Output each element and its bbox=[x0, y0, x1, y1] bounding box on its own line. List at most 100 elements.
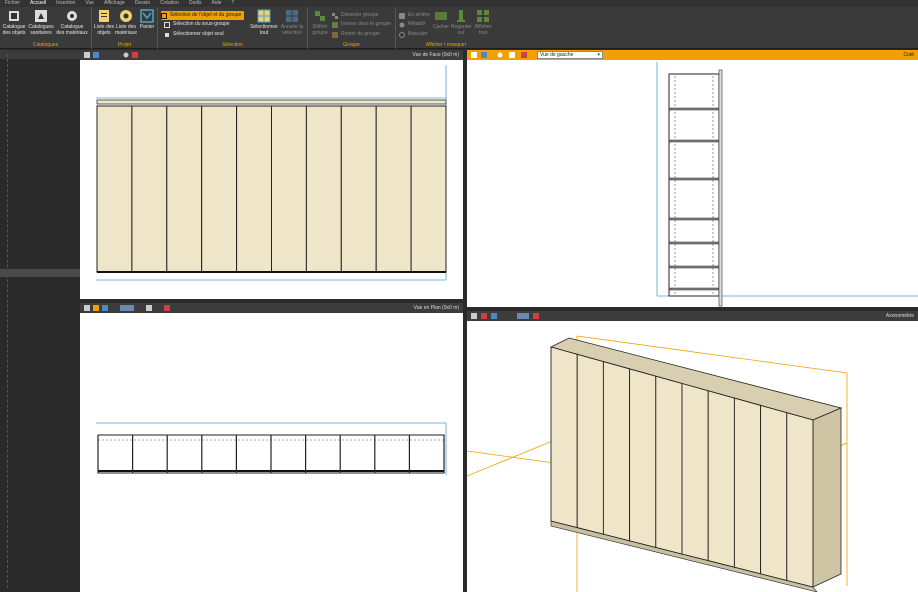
viewport-front-title: Vue de Face (0x0 m) bbox=[412, 52, 459, 58]
door-panel bbox=[131, 105, 168, 273]
shelf bbox=[669, 139, 719, 143]
define-group-label: Définir groupe bbox=[312, 24, 328, 36]
ribbon: Catalogue des objets Catalogues sanitair… bbox=[0, 7, 918, 49]
viewport-plan-toolbar: Vue en Plan (0x0 m) bbox=[80, 303, 463, 313]
grid-icon[interactable] bbox=[102, 305, 108, 311]
view-menu-icon[interactable] bbox=[471, 52, 477, 58]
select-object-group-button[interactable]: Sélection de l'objet et du groupe bbox=[161, 11, 245, 20]
look-out-button[interactable]: Regarder out bbox=[451, 9, 472, 36]
door-panel bbox=[550, 346, 578, 529]
layers-icon[interactable] bbox=[93, 52, 99, 58]
dissociate-group-button[interactable]: Dissocier groupe bbox=[332, 11, 379, 20]
catalogue-materials-icon bbox=[67, 11, 77, 21]
zoom-icon[interactable] bbox=[517, 313, 529, 319]
menu-item[interactable]: Fichier bbox=[0, 0, 25, 7]
materials-list-label: Liste des matériaux bbox=[115, 24, 137, 36]
menu-item[interactable]: Affichage bbox=[99, 0, 130, 7]
catalogue-sanitary-icon bbox=[35, 10, 47, 22]
menu-item[interactable]: ? bbox=[227, 0, 240, 7]
render-mode-icon[interactable] bbox=[533, 313, 539, 319]
viewport-axo-toolbar: Axonométrie bbox=[467, 311, 918, 321]
menu-item[interactable]: Cotation bbox=[155, 0, 184, 7]
select-subgroup-label: Sélection du sous-groupe bbox=[173, 21, 230, 27]
pan-icon[interactable] bbox=[146, 305, 152, 311]
viewport-side-canvas[interactable] bbox=[467, 60, 918, 307]
behind-button[interactable]: En arrière bbox=[399, 11, 430, 20]
ribbon-group-catalogues-label: Catalogues bbox=[32, 42, 59, 48]
front-view-drawing bbox=[96, 65, 447, 281]
remove-from-group-label: Retirer du groupe bbox=[341, 31, 380, 37]
viewport-front[interactable]: Vue de Face (0x0 m) bbox=[80, 50, 463, 299]
door-edge bbox=[718, 69, 723, 307]
menu-item[interactable]: Insertion bbox=[51, 0, 80, 7]
toggle-button[interactable]: Basculer bbox=[399, 30, 427, 39]
basket-button[interactable]: Panier bbox=[138, 9, 156, 30]
insert-in-group-button[interactable]: Insérer dans le groupe bbox=[332, 20, 391, 29]
ribbon-group-projet: Liste des objets Liste des matériaux Pan… bbox=[92, 7, 158, 49]
select-all-button[interactable]: Sélectionner tout bbox=[250, 9, 278, 36]
side-panel-header bbox=[0, 50, 80, 59]
shelf bbox=[669, 177, 719, 181]
door-panel bbox=[733, 397, 762, 575]
hide-button[interactable]: Cacher bbox=[432, 9, 450, 30]
top-rail bbox=[96, 99, 447, 105]
viewport-side[interactable]: Vue de gauche ▾ Coté bbox=[467, 50, 918, 307]
view-menu-icon[interactable] bbox=[84, 305, 90, 311]
render-mode-icon[interactable] bbox=[521, 52, 527, 58]
menu-item[interactable]: Accueil bbox=[25, 0, 51, 7]
catalogue-sanitary-label: Catalogues sanitaires bbox=[28, 24, 54, 36]
menu-item[interactable]: Dessin bbox=[130, 0, 155, 7]
restore-button[interactable]: Rétablir bbox=[399, 20, 425, 29]
menu-item[interactable]: Outils bbox=[184, 0, 207, 7]
door-panel bbox=[707, 390, 735, 568]
view-menu-icon[interactable] bbox=[84, 52, 90, 58]
objects-list-label: Liste des objets bbox=[94, 24, 115, 36]
catalogue-sanitary-button[interactable]: Catalogues sanitaires bbox=[28, 9, 54, 36]
viewport-plan[interactable]: Vue en Plan (0x0 m) bbox=[80, 303, 463, 592]
zoom-icon[interactable] bbox=[120, 305, 134, 311]
dissociate-group-label: Dissocier groupe bbox=[341, 12, 379, 18]
ribbon-group-groupe-label: Groupe bbox=[343, 42, 360, 48]
viewport-axo[interactable]: Axonométrie bbox=[467, 311, 918, 592]
zoom-icon[interactable] bbox=[123, 52, 129, 58]
layers-icon[interactable] bbox=[481, 52, 487, 58]
view-select[interactable]: Vue de gauche ▾ bbox=[537, 51, 603, 59]
menu-item[interactable]: Vue bbox=[80, 0, 99, 7]
viewport-axo-title: Axonométrie bbox=[885, 313, 914, 319]
plan-view-drawing bbox=[96, 422, 447, 475]
side-panel-selected-row[interactable] bbox=[0, 269, 80, 277]
door-panel bbox=[576, 353, 604, 535]
zoom-icon[interactable] bbox=[497, 52, 503, 58]
define-group-button[interactable]: Définir groupe bbox=[310, 9, 330, 36]
view-menu-icon[interactable] bbox=[471, 313, 477, 319]
layers-icon[interactable] bbox=[481, 313, 487, 319]
render-mode-icon[interactable] bbox=[132, 52, 138, 58]
materials-list-button[interactable]: Liste des matériaux bbox=[115, 9, 137, 36]
remove-from-group-button[interactable]: Retirer du groupe bbox=[332, 30, 380, 39]
ribbon-group-selection-label: Sélection bbox=[222, 42, 243, 48]
viewport-front-canvas[interactable] bbox=[80, 60, 463, 299]
menu-bar: Fichier Accueil Insertion Vue Affichage Dessi… bbox=[0, 0, 918, 7]
restore-label: Rétablir bbox=[408, 21, 426, 27]
select-single-icon bbox=[165, 33, 169, 37]
menu-item[interactable]: Aide bbox=[207, 0, 227, 7]
catalogue-objects-label: Catalogue des objets bbox=[2, 24, 26, 36]
ribbon-group-selection: Sélection de l'objet et du groupe Sélect… bbox=[158, 7, 308, 49]
chevron-down-icon: ▾ bbox=[597, 52, 600, 58]
viewport-plan-canvas[interactable] bbox=[80, 313, 463, 592]
render-mode-icon[interactable] bbox=[164, 305, 170, 311]
side-panel bbox=[0, 50, 80, 592]
catalogue-objects-button[interactable]: Catalogue des objets bbox=[2, 9, 26, 36]
catalogue-materials-button[interactable]: Catalogue des matériaux bbox=[56, 9, 88, 36]
layers-icon[interactable] bbox=[93, 305, 99, 311]
insert-in-group-icon bbox=[332, 22, 338, 28]
grid-icon[interactable] bbox=[491, 313, 497, 319]
pan-icon[interactable] bbox=[509, 52, 515, 58]
cancel-selection-button[interactable]: Annuler la sélection bbox=[278, 9, 306, 36]
select-subgroup-button[interactable]: Sélection du sous-groupe bbox=[164, 20, 230, 29]
viewport-axo-canvas[interactable] bbox=[467, 321, 918, 592]
select-single-button[interactable]: Sélectionner objet seul bbox=[164, 30, 224, 39]
show-all-button[interactable]: Afficher tout bbox=[472, 9, 494, 36]
cancel-selection-label: Annuler la sélection bbox=[280, 24, 304, 36]
objects-list-button[interactable]: Liste des objets bbox=[94, 9, 114, 36]
